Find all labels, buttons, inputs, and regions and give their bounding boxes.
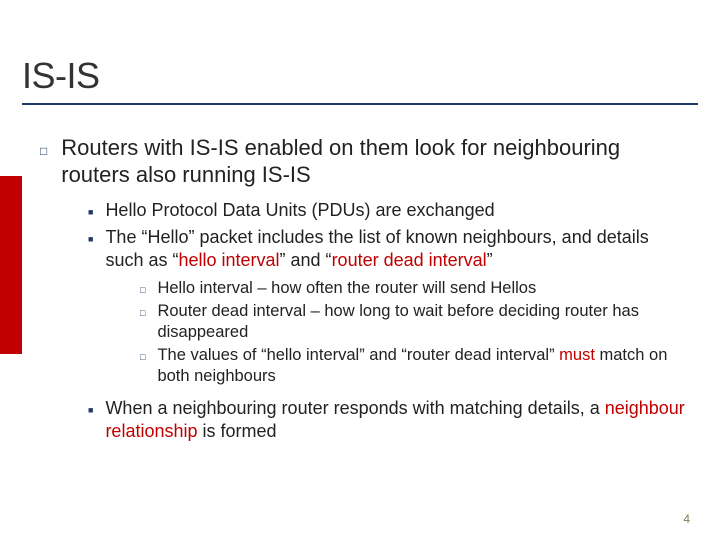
bullet-lvl2: ■ When a neighbouring router responds wi… [88,397,690,443]
square-bullet-icon: □ [140,352,145,364]
lvl3-text: Hello interval – how often the router wi… [157,278,536,299]
content: □ Routers with IS-IS enabled on them loo… [40,135,690,447]
slide-title: IS-IS [22,55,698,97]
lvl1-text: Routers with IS-IS enabled on them look … [61,135,690,189]
lvl2-text: Hello Protocol Data Units (PDUs) are exc… [105,199,494,222]
bullet-lvl2: ■ The “Hello” packet includes the list o… [88,226,690,272]
page-number: 4 [683,512,690,526]
square-bullet-icon: ■ [88,234,93,246]
bullet-lvl3: □ The values of “hello interval” and “ro… [140,345,690,387]
slide: IS-IS □ Routers with IS-IS enabled on th… [0,0,720,540]
title-block: IS-IS [22,55,698,105]
bullet-lvl3: □ Hello interval – how often the router … [140,278,690,299]
square-bullet-icon: □ [140,308,145,320]
lvl3-text: The values of “hello interval” and “rout… [157,345,690,387]
lvl3-list: □ Hello interval – how often the router … [140,278,690,388]
emph-text: must [559,346,595,364]
square-bullet-icon: □ [140,285,145,297]
square-bullet-icon: ■ [88,405,93,417]
sidebar-accent [0,176,22,354]
lvl2-list: ■ When a neighbouring router responds wi… [88,397,690,443]
title-rule [22,103,698,105]
bullet-lvl2: ■ Hello Protocol Data Units (PDUs) are e… [88,199,690,222]
square-bullet-icon: ■ [88,207,93,219]
bullet-lvl3: □ Router dead interval – how long to wai… [140,301,690,343]
bullet-lvl1: □ Routers with IS-IS enabled on them loo… [40,135,690,189]
lvl2-text: The “Hello” packet includes the list of … [105,226,690,272]
square-bullet-icon: □ [40,144,47,159]
lvl2-list: ■ Hello Protocol Data Units (PDUs) are e… [88,199,690,272]
lvl2-text: When a neighbouring router responds with… [105,397,690,443]
lvl3-text: Router dead interval – how long to wait … [157,301,690,343]
emph-text: hello interval [178,250,279,270]
emph-text: router dead interval [332,250,487,270]
